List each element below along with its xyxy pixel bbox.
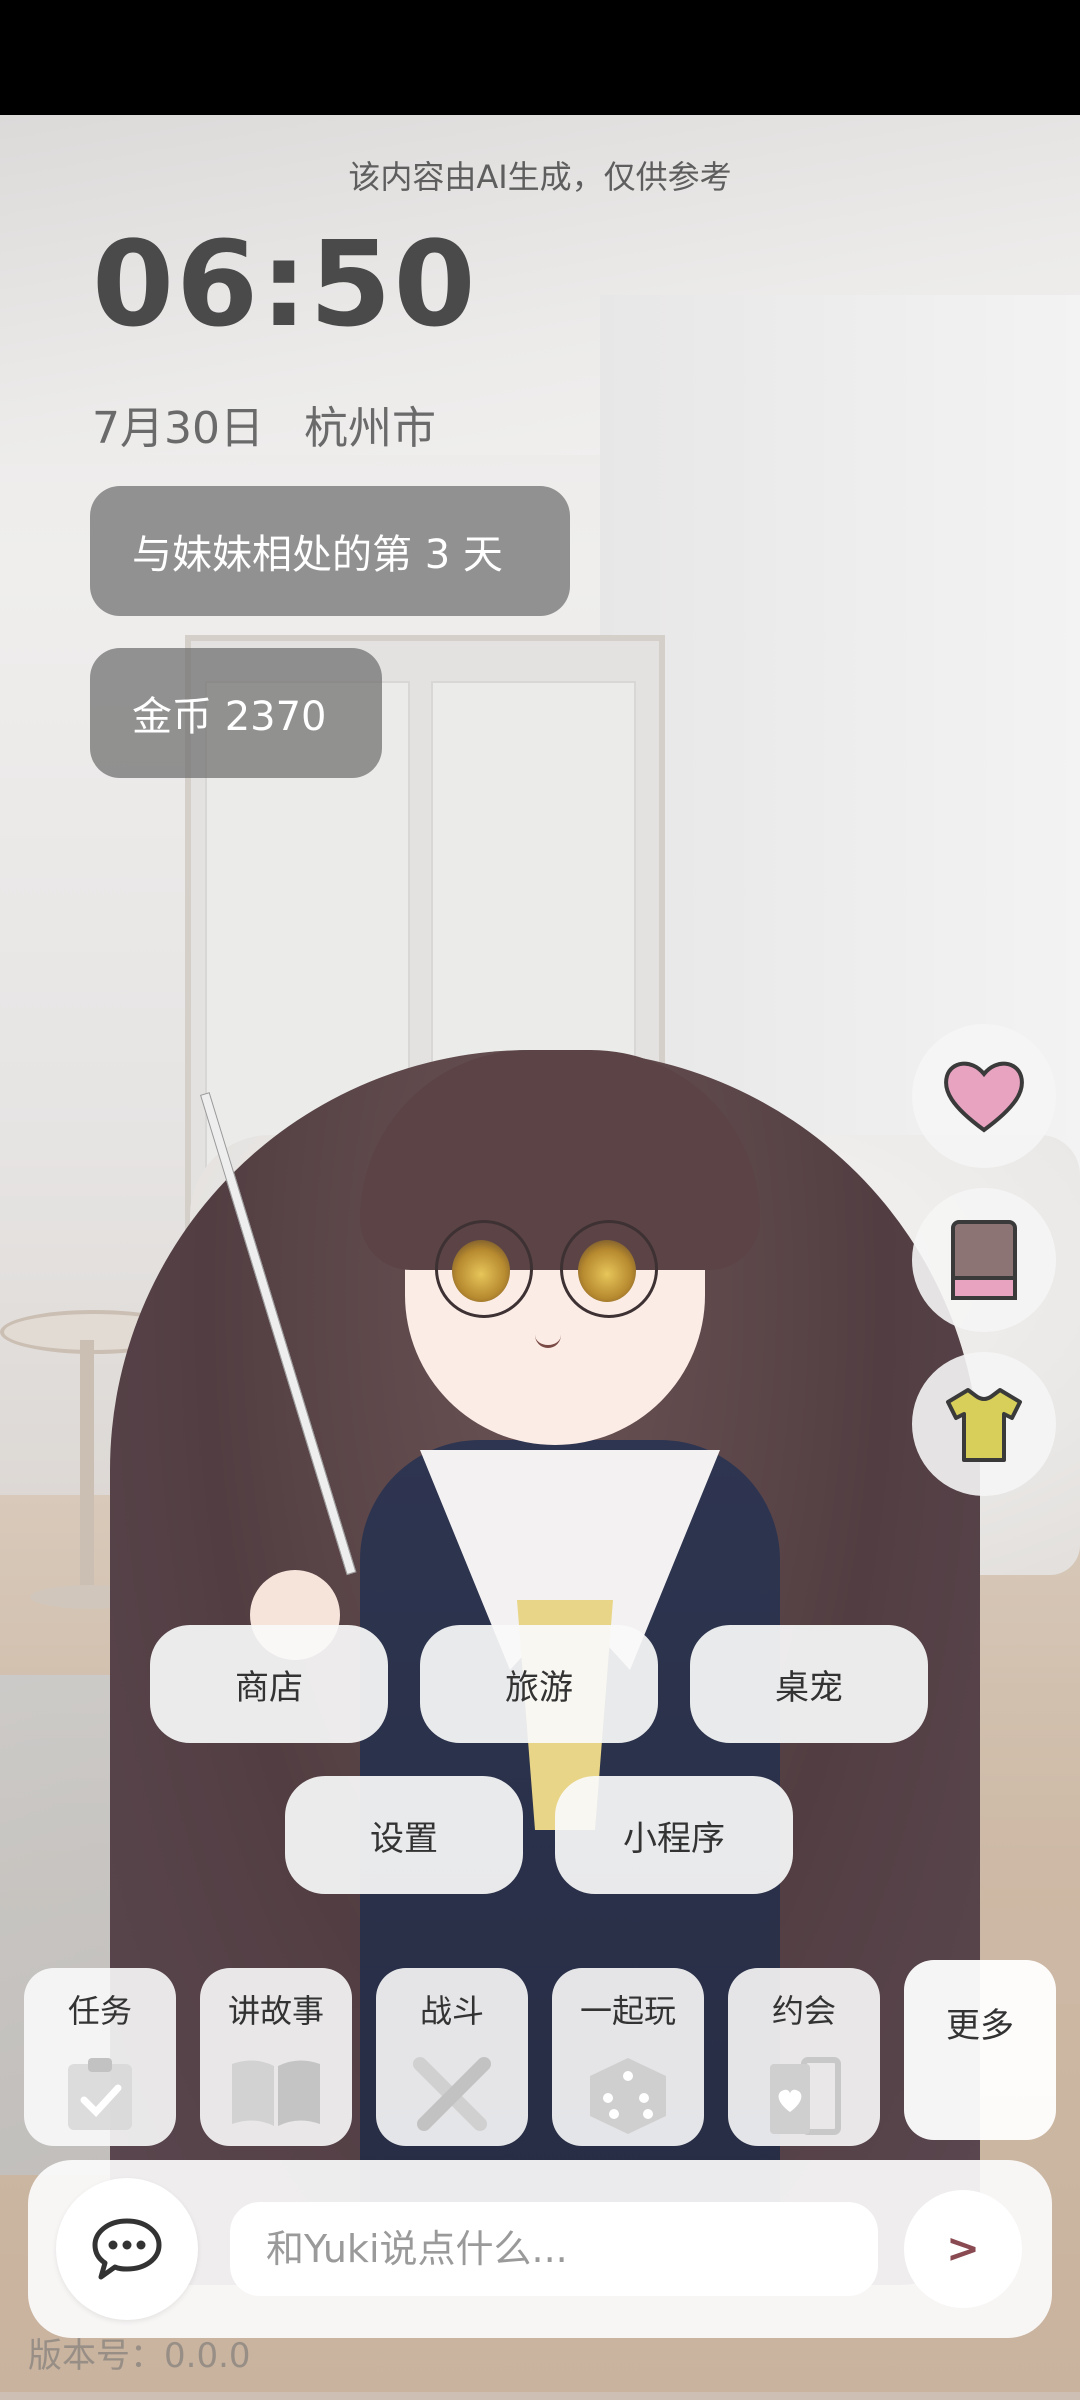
more-button[interactable]: 更多 (904, 1960, 1056, 2140)
heart-icon (944, 1061, 1024, 1133)
coins-badge: 金币 2370 (90, 648, 382, 778)
desktop-pet-button[interactable]: 桌宠 (690, 1625, 928, 1743)
tile-play-together[interactable]: 一起玩 (552, 1968, 704, 2146)
clock-time: 06:50 (92, 215, 478, 353)
book-open-icon (232, 2060, 320, 2126)
shop-button[interactable]: 商店 (150, 1625, 388, 1743)
tile-label: 一起玩 (579, 1992, 676, 2030)
more-label: 更多 (946, 2006, 1014, 2046)
date-location: 7月30日 杭州市 (92, 392, 436, 456)
days-together-badge: 与妹妹相处的第 3 天 (90, 486, 570, 616)
mini-program-button[interactable]: 小程序 (555, 1776, 793, 1894)
send-button[interactable]: > (904, 2190, 1022, 2308)
settings-button[interactable]: 设置 (285, 1776, 523, 1894)
tile-storytelling[interactable]: 讲故事 (200, 1968, 352, 2146)
dice-icon (590, 2058, 666, 2134)
glasses-left (435, 1220, 533, 1318)
home-indicator (0, 2392, 1080, 2400)
tile-label: 讲故事 (227, 1992, 324, 2030)
book-icon (951, 1220, 1017, 1300)
date-text: 7月30日 (92, 403, 264, 454)
side-table-leg (80, 1340, 94, 1595)
glasses-right (560, 1220, 658, 1318)
travel-button[interactable]: 旅游 (420, 1625, 658, 1743)
chat-history-button[interactable] (56, 2178, 198, 2320)
status-bar (0, 0, 1080, 115)
diary-button[interactable] (912, 1188, 1056, 1332)
favorite-button[interactable] (912, 1024, 1056, 1168)
ai-disclaimer: 该内容由AI生成，仅供参考 (348, 158, 732, 196)
outfit-button[interactable] (912, 1352, 1056, 1496)
tile-label: 战斗 (419, 1992, 484, 2030)
cards-icon (770, 2057, 841, 2135)
chat-input[interactable] (230, 2202, 878, 2296)
version-text: 版本号：0.0.0 (28, 2336, 251, 2376)
crossed-swords-icon (413, 2057, 491, 2131)
speech-bubble-icon (92, 2218, 162, 2280)
tile-battle[interactable]: 战斗 (376, 1968, 528, 2146)
shirt-icon (946, 1388, 1022, 1462)
tile-tasks[interactable]: 任务 (24, 1968, 176, 2146)
location-text: 杭州市 (303, 403, 436, 454)
chat-bar: > (28, 2160, 1052, 2338)
tile-label: 任务 (67, 1992, 132, 2030)
tile-label: 约会 (771, 1992, 836, 2030)
clipboard-check-icon (68, 2058, 132, 2130)
tile-date[interactable]: 约会 (728, 1968, 880, 2146)
